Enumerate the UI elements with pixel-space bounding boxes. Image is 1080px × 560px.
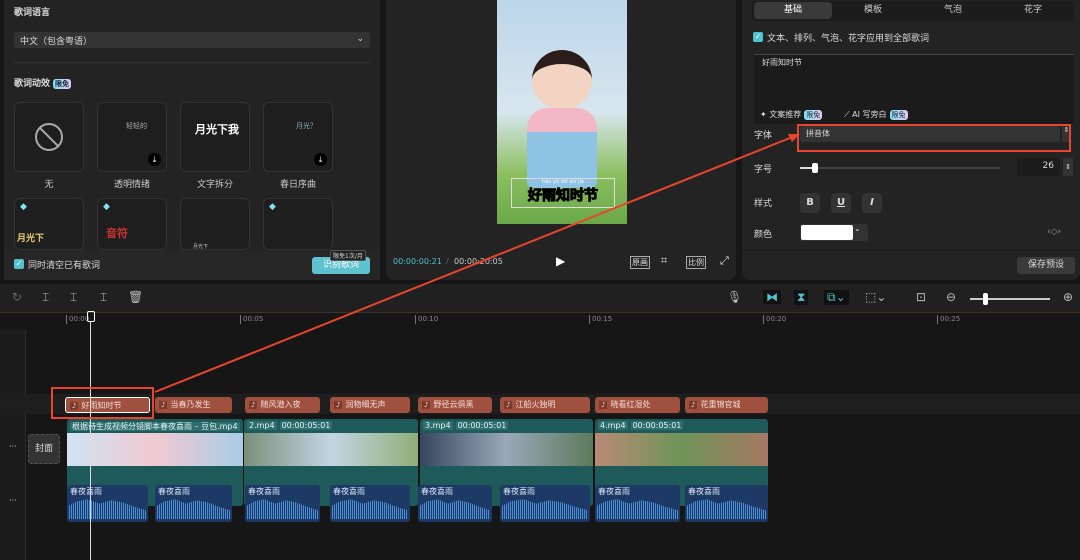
highlight-box-subtitle: [51, 387, 154, 419]
annotation-overlay: [51, 124, 1071, 419]
annotation-arrow: [154, 135, 796, 393]
highlight-box-font: [797, 124, 1071, 152]
